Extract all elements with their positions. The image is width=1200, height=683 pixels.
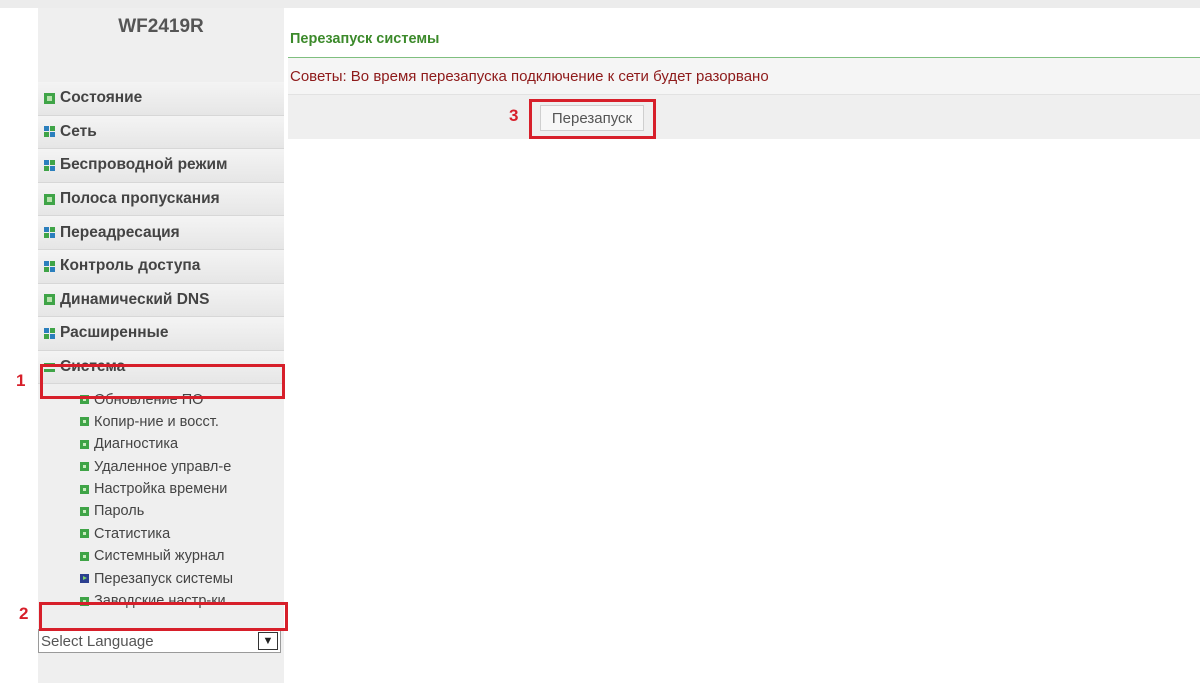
annotation-box bbox=[529, 99, 656, 139]
grid-icon bbox=[44, 159, 55, 171]
submenu-item-diagnostics[interactable]: Диагностика bbox=[38, 433, 284, 455]
sidebar-item-label: Сеть bbox=[60, 122, 97, 140]
green-square-icon bbox=[80, 484, 89, 494]
annotation-box bbox=[40, 364, 285, 399]
submenu-item-label: Диагностика bbox=[94, 436, 179, 453]
sidebar-item-label: Расширенные bbox=[60, 324, 169, 342]
submenu-item-label: Копир-ние и восст. bbox=[94, 413, 219, 430]
sidebar-item-label: Динамический DNS bbox=[60, 290, 210, 308]
green-square-icon bbox=[44, 294, 55, 306]
system-submenu: Обновление ПО Копир-ние и восст. Диагнос… bbox=[38, 384, 284, 612]
green-square-icon bbox=[44, 193, 55, 205]
annotation-number: 1 bbox=[16, 371, 26, 390]
submenu-item-password[interactable]: Пароль bbox=[38, 500, 284, 522]
submenu-item-label: Пароль bbox=[94, 503, 145, 520]
green-square-icon bbox=[44, 92, 55, 104]
brand-logo: WF2419R bbox=[118, 16, 204, 37]
sidebar-menu: Состояние Сеть Беспроводной режим Полоса… bbox=[38, 82, 284, 612]
sidebar-item-label: Беспроводной режим bbox=[60, 156, 228, 174]
submenu-item-label: Перезапуск системы bbox=[94, 570, 234, 587]
green-square-icon bbox=[80, 551, 89, 561]
submenu-item-backup-restore[interactable]: Копир-ние и восст. bbox=[38, 411, 284, 433]
green-square-icon bbox=[80, 439, 89, 449]
grid-icon bbox=[44, 260, 55, 272]
page-title: Перезапуск системы bbox=[288, 20, 1200, 58]
annotation-box bbox=[39, 602, 288, 631]
hint-text: Советы: Во время перезапуска подключение… bbox=[288, 58, 1200, 95]
button-row: Перезапуск bbox=[288, 95, 1200, 139]
language-select[interactable]: Select Language ▼ bbox=[38, 629, 281, 653]
sidebar-item-forwarding[interactable]: Переадресация bbox=[38, 216, 284, 250]
sidebar-item-network[interactable]: Сеть bbox=[38, 115, 284, 150]
sidebar-item-label: Переадресация bbox=[60, 223, 180, 241]
green-square-icon bbox=[80, 417, 89, 427]
sidebar-item-status[interactable]: Состояние bbox=[38, 82, 284, 116]
submenu-item-statistics[interactable]: Статистика bbox=[38, 523, 284, 545]
submenu-item-label: Удаленное управл-е bbox=[94, 458, 232, 475]
submenu-item-label: Системный журнал bbox=[94, 548, 225, 565]
active-arrow-icon bbox=[80, 574, 89, 584]
green-square-icon bbox=[80, 506, 89, 516]
sidebar-item-label: Контроль доступа bbox=[60, 257, 201, 275]
language-select-value: Select Language bbox=[41, 632, 154, 650]
annotation-number: 2 bbox=[19, 604, 29, 623]
top-strip bbox=[0, 0, 1200, 8]
grid-icon bbox=[44, 126, 55, 138]
chevron-down-icon[interactable]: ▼ bbox=[258, 632, 278, 650]
sidebar-item-access-control[interactable]: Контроль доступа bbox=[38, 249, 284, 284]
submenu-item-time-settings[interactable]: Настройка времени bbox=[38, 478, 284, 500]
annotation-number: 3 bbox=[509, 106, 519, 125]
sidebar-item-label: Состояние bbox=[60, 89, 143, 107]
submenu-item-system-log[interactable]: Системный журнал bbox=[38, 545, 284, 567]
submenu-item-system-reboot[interactable]: Перезапуск системы bbox=[38, 567, 284, 589]
sidebar-item-ddns[interactable]: Динамический DNS bbox=[38, 283, 284, 318]
sidebar: WF2419R Состояние Сеть Беспроводной режи… bbox=[38, 8, 284, 683]
sidebar-item-bandwidth[interactable]: Полоса пропускания bbox=[38, 182, 284, 217]
green-square-icon bbox=[80, 529, 89, 539]
grid-icon bbox=[44, 227, 55, 239]
sidebar-item-label: Полоса пропускания bbox=[60, 190, 220, 208]
sidebar-item-wireless[interactable]: Беспроводной режим bbox=[38, 149, 284, 183]
sidebar-item-advanced[interactable]: Расширенные bbox=[38, 317, 284, 351]
green-square-icon bbox=[80, 462, 89, 472]
submenu-item-label: Настройка времени bbox=[94, 481, 228, 498]
submenu-item-label: Статистика bbox=[94, 525, 171, 542]
submenu-item-remote-management[interactable]: Удаленное управл-е bbox=[38, 456, 284, 478]
main-panel: Перезапуск системы Советы: Во время пере… bbox=[288, 20, 1200, 139]
grid-icon bbox=[44, 327, 55, 339]
